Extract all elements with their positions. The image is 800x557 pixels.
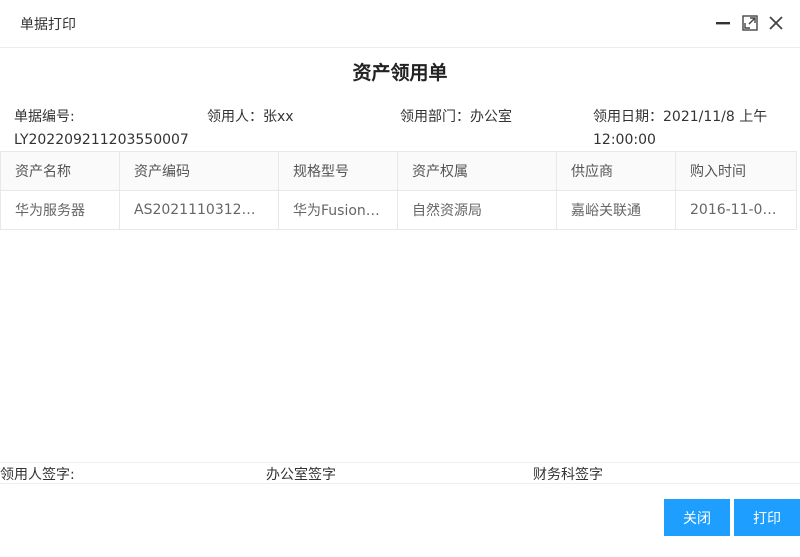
close-icon[interactable] xyxy=(765,12,787,34)
signature-bar: 领用人签字: 办公室签字 财务科签字 xyxy=(0,462,800,484)
recipient-value: 张xx xyxy=(263,109,294,125)
bill-number-field: 单据编号: LY202209211203550007 xyxy=(14,106,204,152)
column-header-model: 规格型号 xyxy=(278,151,398,191)
table-header-row: 资产名称 资产编码 规格型号 资产权属 供应商 购入时间 xyxy=(0,151,797,191)
office-signature-label: 办公室签字 xyxy=(266,467,336,483)
finance-signature-label: 财务科签字 xyxy=(533,467,603,483)
document-title: 资产领用单 xyxy=(352,62,448,84)
receive-date-field: 领用日期：2021/11/8 上午12:00:00 xyxy=(593,106,793,152)
column-header-purchase-date: 购入时间 xyxy=(675,151,797,191)
column-header-supplier: 供应商 xyxy=(556,151,676,191)
recipient-label: 领用人： xyxy=(207,109,263,125)
column-header-asset-name: 资产名称 xyxy=(0,151,120,191)
close-button[interactable]: 关闭 xyxy=(664,499,730,536)
print-button[interactable]: 打印 xyxy=(734,499,800,536)
minimize-icon[interactable] xyxy=(712,12,734,34)
table-cell-supplier: 嘉峪关联通 xyxy=(556,190,676,230)
maximize-icon[interactable] xyxy=(739,12,761,34)
window-titlebar: 单据打印 xyxy=(0,0,800,48)
table-cell-ownership: 自然资源局 xyxy=(397,190,557,230)
asset-table: 资产名称 资产编码 规格型号 资产权属 供应商 购入时间 华为服务器 AS202… xyxy=(0,151,797,230)
bill-number-value: LY202209211203550007 xyxy=(14,132,189,148)
table-row: 华为服务器 AS202111031256… 华为Fusion… 自然资源局 嘉峪… xyxy=(0,190,797,230)
table-cell-purchase-date: 2016-11-03… xyxy=(675,190,797,230)
recipient-signature-label: 领用人签字: xyxy=(0,467,75,483)
table-cell-model: 华为Fusion… xyxy=(278,190,398,230)
bill-number-label: 单据编号: xyxy=(14,109,75,125)
table-cell-asset-code: AS202111031256… xyxy=(119,190,279,230)
recipient-field: 领用人：张xx xyxy=(207,106,387,129)
table-cell-asset-name: 华为服务器 xyxy=(0,190,120,230)
department-value: 办公室 xyxy=(470,109,512,125)
receive-date-label: 领用日期： xyxy=(593,109,663,125)
department-field: 领用部门：办公室 xyxy=(400,106,580,129)
column-header-ownership: 资产权属 xyxy=(397,151,557,191)
department-label: 领用部门： xyxy=(400,109,470,125)
column-header-asset-code: 资产编码 xyxy=(119,151,279,191)
window-title: 单据打印 xyxy=(20,17,76,33)
